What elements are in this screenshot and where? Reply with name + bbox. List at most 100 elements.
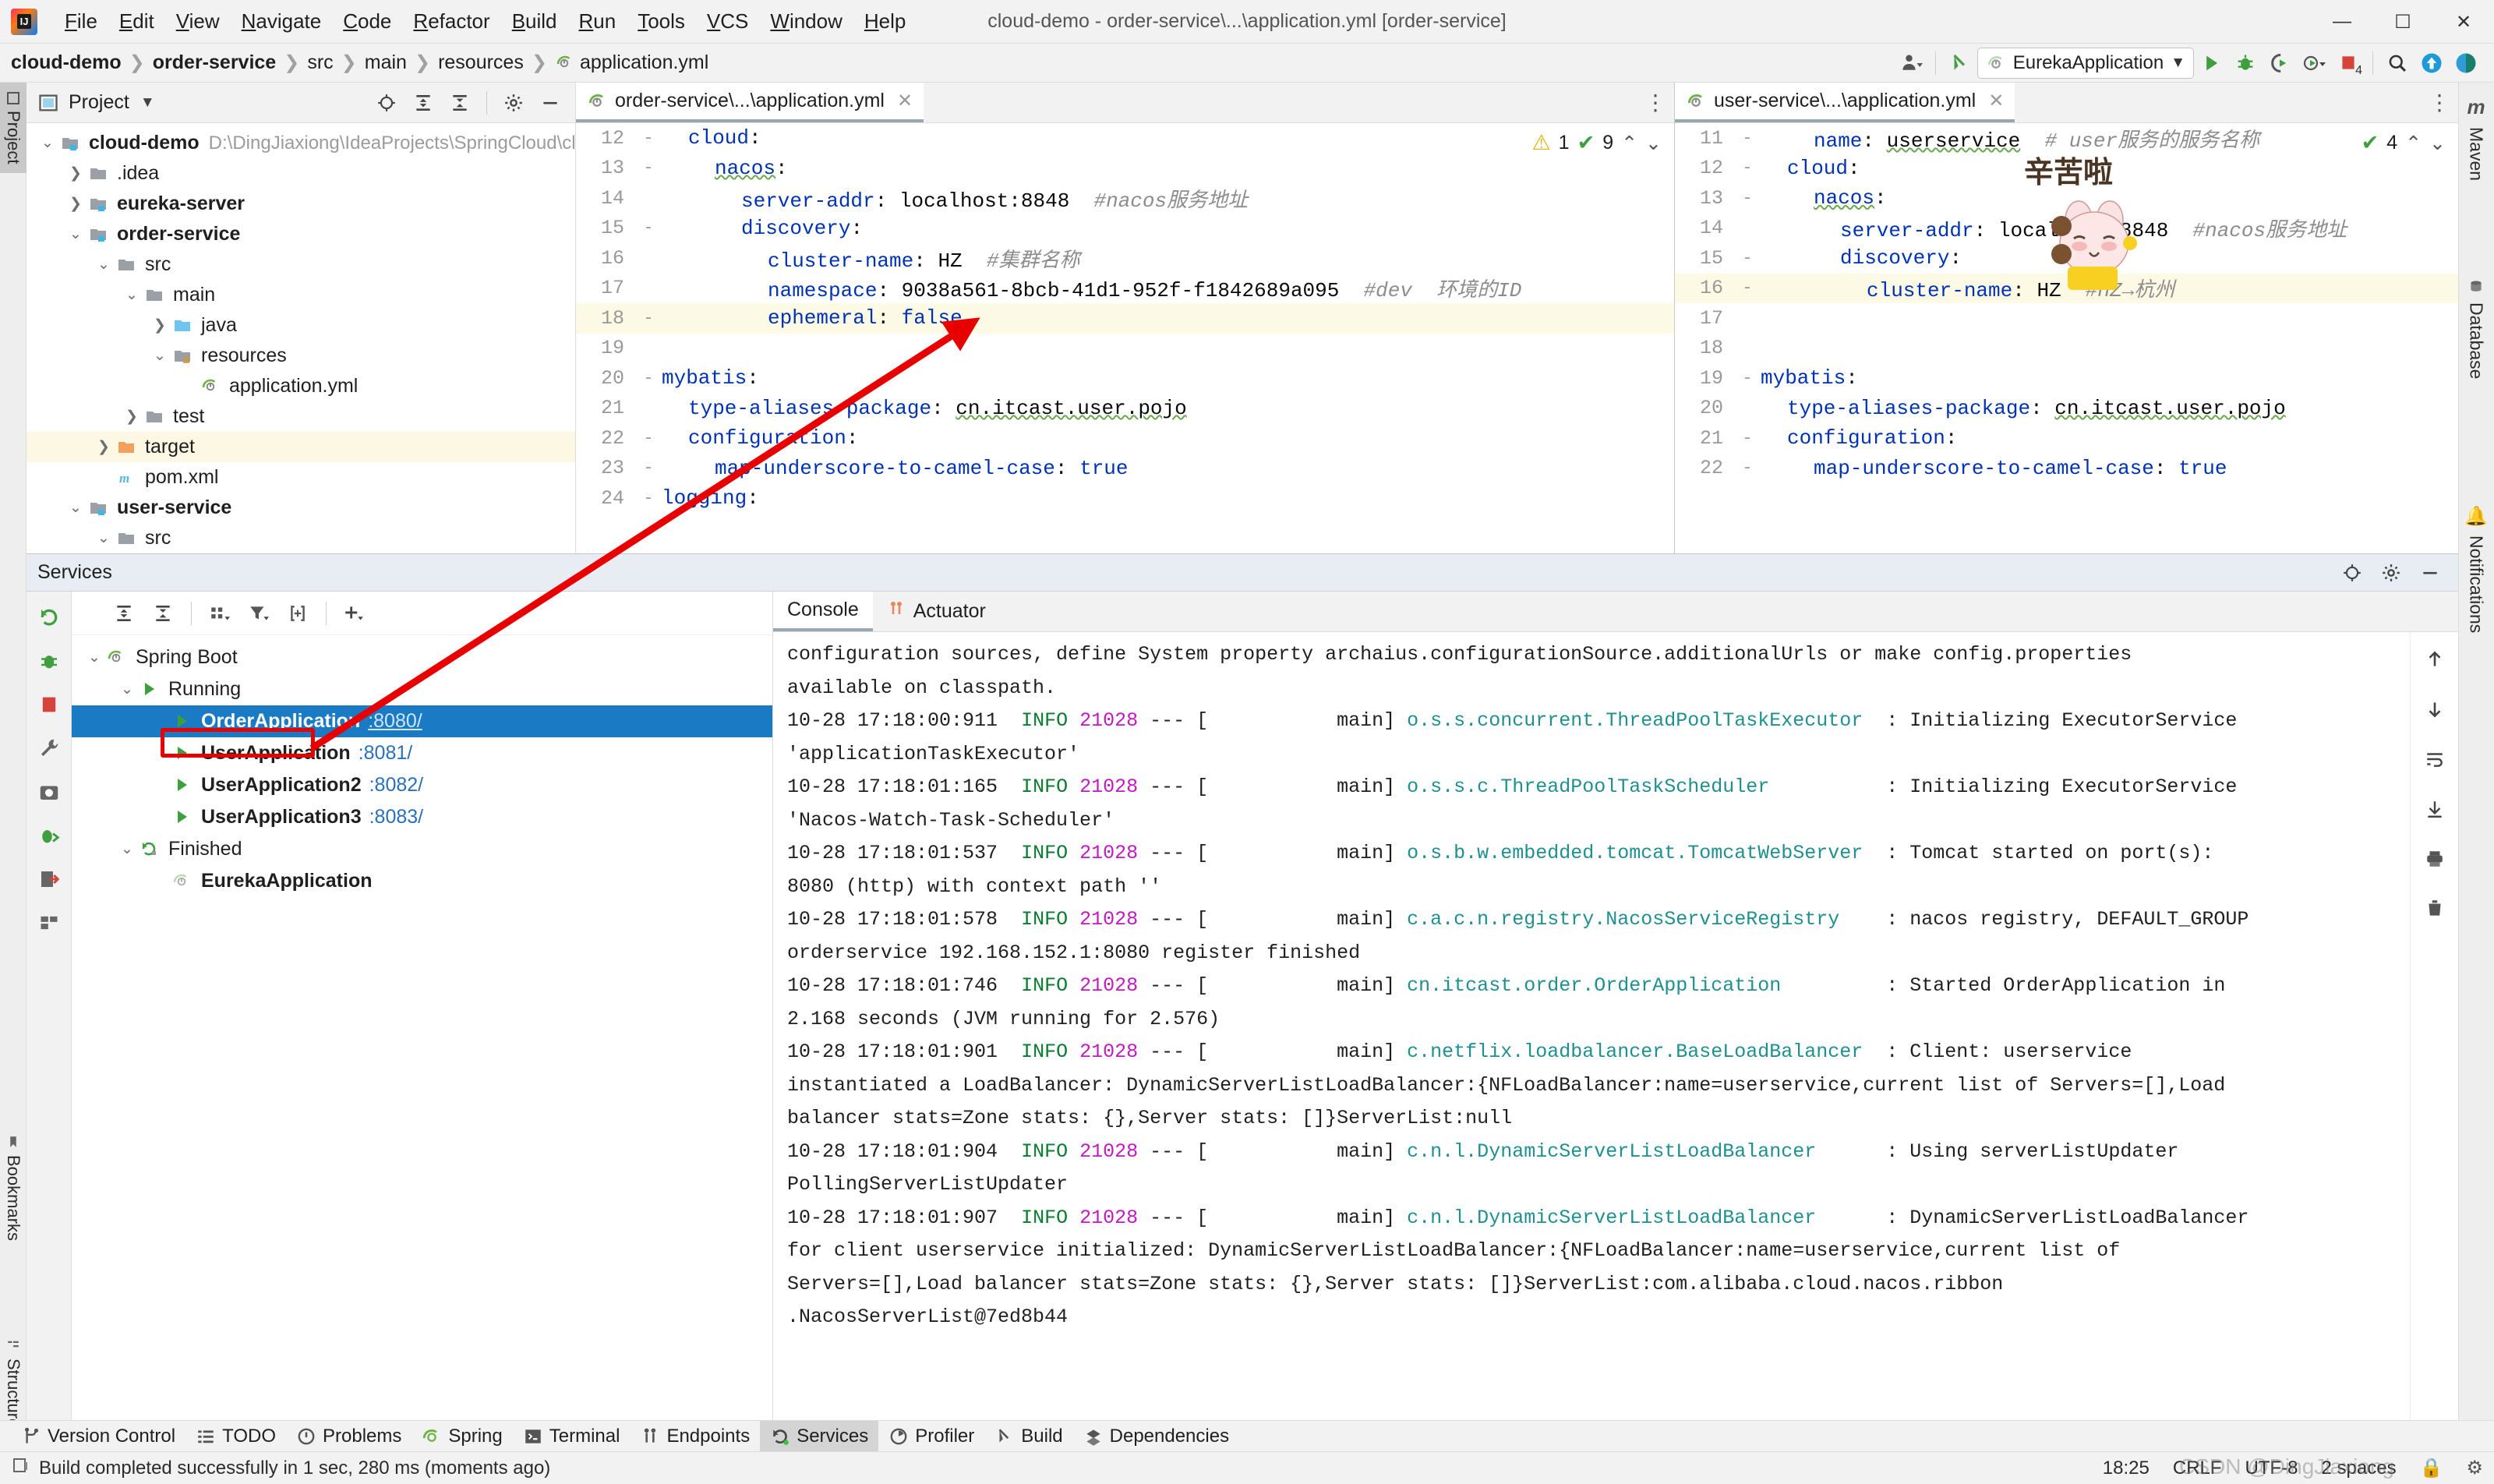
file-encoding[interactable]: UTF-8 [2245,1458,2298,1479]
code-line[interactable]: 14 server-addr: localhost:8848 #nacos服务地址 [576,183,1674,214]
code-line[interactable]: 21 type-aliases-package: cn.itcast.user.p… [576,394,1674,424]
fold-marker[interactable]: - [1734,429,1761,448]
debug-icon[interactable] [33,645,65,677]
search-icon[interactable] [2380,47,2415,80]
group-by-icon[interactable] [202,596,238,631]
search-everywhere-icon[interactable] [2449,47,2483,80]
fold-marker[interactable]: - [635,489,662,508]
editor-options-icon[interactable]: ⋮ [2421,83,2458,122]
fold-marker[interactable]: - [635,218,662,238]
code-line[interactable]: 20 type-aliases-package: cn.itcast.user.p… [1675,394,2458,424]
fold-marker[interactable]: - [635,309,662,328]
fold-marker[interactable]: - [635,458,662,478]
console-tab-actuator[interactable]: Actuator [873,592,1000,631]
close-button[interactable]: ✕ [2433,0,2494,44]
tree-node[interactable]: ⌄ main [26,280,575,310]
breadcrumb-item-application-yml[interactable]: application.yml [580,51,708,74]
update-project-icon[interactable] [1943,47,1977,80]
expand-all-icon[interactable] [406,87,440,119]
menu-item-help[interactable]: Help [854,6,916,37]
bottom-tab-services[interactable]: Services [760,1420,879,1452]
hide-icon[interactable] [2413,556,2447,589]
soft-wrap-icon[interactable] [2418,743,2451,776]
stop-button[interactable]: 4 [2331,47,2365,80]
code-line[interactable]: 21- configuration: [1675,423,2458,454]
chevron-down-icon[interactable]: ⌄ [36,134,59,152]
fold-marker[interactable]: - [1734,249,1761,268]
code-line[interactable]: 12- cloud: [576,123,1674,154]
locate-file-icon[interactable] [369,87,404,119]
menu-item-window[interactable]: Window [760,6,852,37]
tree-node[interactable]: ⌄ resources [26,341,575,371]
run-with-coverage-button[interactable] [2263,47,2297,80]
next-highlight-icon[interactable]: ⌄ [1645,132,1662,155]
services-tree-node[interactable]: ⌄ Finished [72,833,772,865]
grid-icon[interactable] [33,906,65,939]
lock-icon[interactable]: 🔒 [2420,1457,2443,1479]
menu-item-edit[interactable]: Edit [109,6,164,37]
chevron-down-icon[interactable]: ▼ [140,94,155,111]
code-line[interactable]: 15- discovery: [1675,243,2458,274]
fold-marker[interactable]: - [1734,278,1761,298]
services-tree-node[interactable]: UserApplication2:8082/ [72,769,772,801]
bottom-tab-profiler[interactable]: Profiler [878,1421,984,1452]
tree-node[interactable]: m pom.xml [26,462,575,493]
console-tab-console[interactable]: Console [773,592,873,631]
bottom-tab-dependencies[interactable]: Dependencies [1073,1421,1239,1452]
fold-marker[interactable]: - [635,369,662,388]
chevron-down-icon[interactable]: ⌄ [120,286,143,304]
breadcrumb-item-order-service[interactable]: order-service [153,51,276,74]
chevron-right-icon[interactable]: ❯ [148,316,171,334]
minimize-button[interactable]: — [2312,0,2372,44]
services-node-port[interactable]: :8080/ [368,710,422,733]
chevron-down-icon[interactable]: ⌄ [115,840,139,858]
menu-item-build[interactable]: Build [502,6,567,37]
code-line[interactable]: 23- map-underscore-to-camel-case: true [576,454,1674,484]
code-line[interactable]: 24- logging: [576,483,1674,514]
line-separator[interactable]: CRLF [2173,1458,2222,1479]
services-tree-node[interactable]: ⌄ Running [72,673,772,705]
menu-item-navigate[interactable]: Navigate [231,6,332,37]
tree-node[interactable]: ❯ java [26,310,575,341]
code-line[interactable]: 17 [1675,303,2458,334]
scroll-to-end-icon[interactable] [2418,793,2451,825]
services-tree-node[interactable]: OrderApplication:8080/ [72,705,772,737]
chevron-down-icon[interactable]: ⌄ [83,648,106,666]
tree-node[interactable]: ❯ .idea [26,158,575,189]
services-node-port[interactable]: :8083/ [369,806,424,829]
bottom-tab-version-control[interactable]: Version Control [11,1421,185,1452]
next-highlight-icon[interactable]: ⌄ [2429,132,2446,155]
chevron-down-icon[interactable]: ▼ [2171,55,2185,72]
code-line[interactable]: 16 cluster-name: HZ #集群名称 [576,243,1674,274]
code-line[interactable]: 13- nacos: [1675,183,2458,214]
bottom-tab-spring[interactable]: Spring [412,1421,512,1452]
chevron-down-icon[interactable]: ⌄ [64,225,87,243]
indent-setting[interactable]: 2 spaces [2322,1458,2397,1479]
fold-marker[interactable]: - [1734,458,1761,478]
gear-icon[interactable] [2374,556,2408,589]
services-tree-node[interactable]: UserApplication3:8083/ [72,801,772,833]
tree-node[interactable]: ⌄ cloud-demo D:\DingJiaxiong\IdeaProjects\… [26,128,575,158]
run-configuration-selector[interactable]: EurekaApplication ▼ [1976,47,2194,79]
chevron-down-icon[interactable]: ⌄ [92,529,115,547]
settings-wrench-icon[interactable] [33,732,65,765]
fold-marker[interactable]: - [1734,158,1761,178]
sidebar-item-maven[interactable]: m Maven [2458,86,2494,190]
code-line[interactable]: 11- name: userservice # user服务的服务名称 [1675,123,2458,154]
bottom-tab-build[interactable]: Build [984,1421,1072,1452]
services-node-port[interactable]: :8081/ [359,742,413,765]
tree-node[interactable]: ⌄ src [26,249,575,280]
camera-icon[interactable] [33,776,65,808]
add-service-icon[interactable] [337,596,373,631]
status-gear-icon[interactable]: ⚙ [2466,1457,2483,1479]
chevron-down-icon[interactable]: ⌄ [115,680,139,698]
prev-highlight-icon[interactable]: ⌃ [2405,132,2422,155]
sidebar-item-project[interactable]: Project [0,83,26,174]
user-icon[interactable] [1894,47,1928,80]
tree-node[interactable]: ⌄ user-service [26,493,575,523]
locate-icon[interactable] [2335,556,2369,589]
hide-icon[interactable] [533,87,567,119]
code-line[interactable]: 17 namespace: 9038a561-8bcb-41d1-952f-f18… [576,274,1674,304]
menu-item-tools[interactable]: Tools [627,6,695,37]
filter-icon[interactable] [241,596,277,631]
